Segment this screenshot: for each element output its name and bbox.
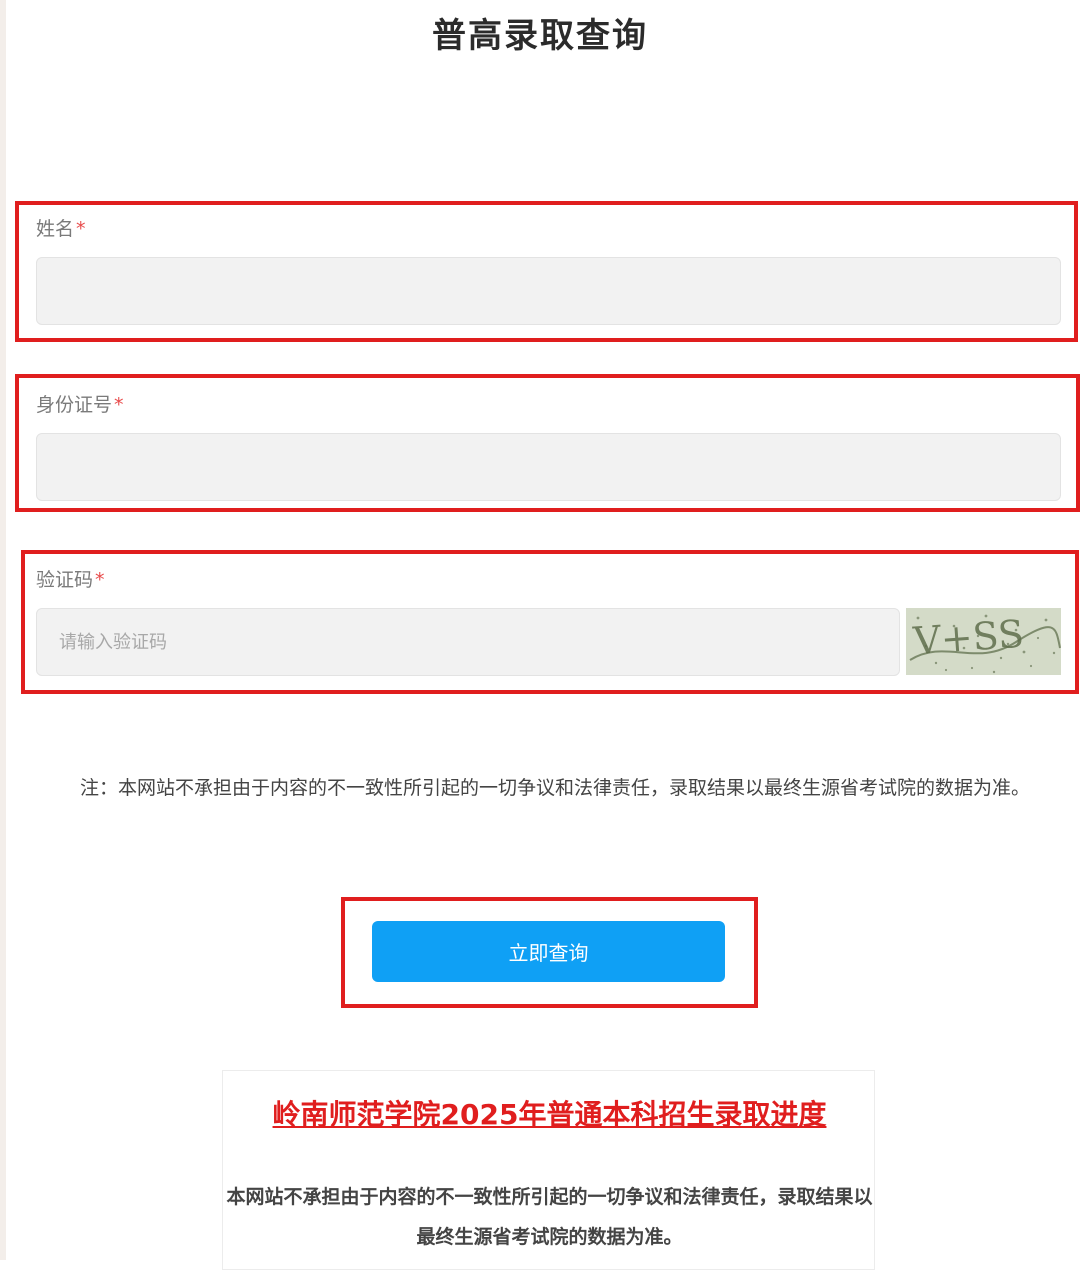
card-disclaimer: 本网站不承担由于内容的不一致性所引起的一切争议和法律责任，录取结果以最终生源省考… xyxy=(226,1186,873,1248)
name-label: 姓名 * xyxy=(36,214,86,241)
captcha-image[interactable]: V+SS xyxy=(906,608,1061,675)
query-button[interactable]: 立即查询 xyxy=(372,921,725,982)
captcha-input[interactable] xyxy=(36,608,900,676)
name-input[interactable] xyxy=(36,257,1061,325)
name-label-text: 姓名 xyxy=(36,218,75,240)
required-mark: * xyxy=(114,394,124,416)
id-number-label: 身份证号 * xyxy=(36,390,124,417)
id-number-input[interactable] xyxy=(36,433,1061,501)
left-edge xyxy=(0,0,6,1260)
captcha-text: V+SS xyxy=(911,612,1025,664)
id-number-label-text: 身份证号 xyxy=(36,394,113,416)
required-mark: * xyxy=(76,218,86,240)
captcha-graphic: V+SS xyxy=(906,608,1061,675)
disclaimer-note: 注：本网站不承担由于内容的不一致性所引起的一切争议和法律责任，录取结果以最终生源… xyxy=(80,777,1031,799)
admission-progress-link[interactable]: 岭南师范学院2025年普通本科招生录取进度 xyxy=(223,1093,876,1133)
required-mark: * xyxy=(95,569,105,591)
captcha-label-text: 验证码 xyxy=(36,569,94,591)
page-title: 普高录取查询 xyxy=(432,16,648,56)
admission-progress-card: 岭南师范学院2025年普通本科招生录取进度 本网站不承担由于内容的不一致性所引起… xyxy=(222,1070,875,1270)
captcha-label: 验证码 * xyxy=(36,565,105,592)
